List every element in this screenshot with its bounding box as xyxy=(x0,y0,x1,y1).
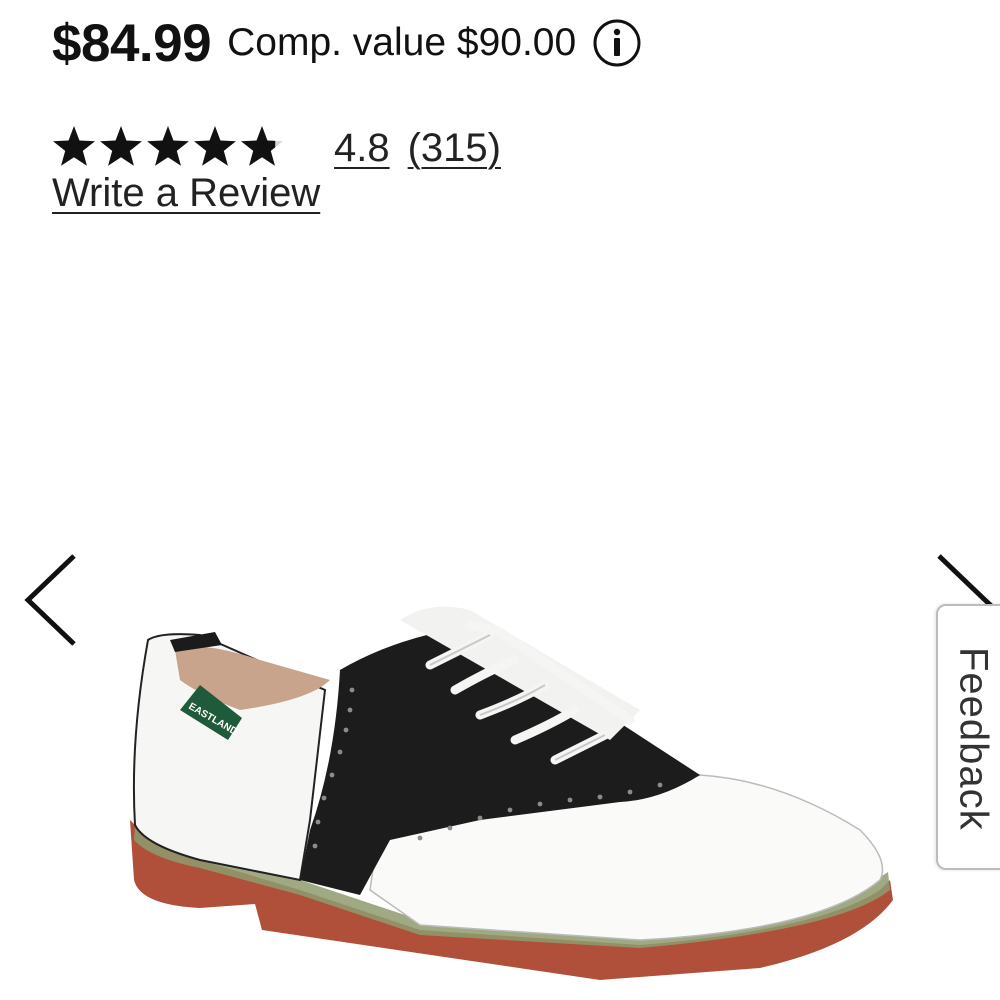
star-icon xyxy=(100,126,142,166)
comparison-value: Comp. value $90.00 xyxy=(227,21,577,64)
star-rating[interactable] xyxy=(52,123,288,173)
star-icon xyxy=(147,126,189,166)
price-row: $84.99 Comp. value $90.00 xyxy=(52,8,642,78)
chevron-left-icon xyxy=(16,554,86,654)
info-icon[interactable] xyxy=(592,18,642,68)
rating-value-link[interactable]: 4.8 xyxy=(334,126,390,171)
previous-image-button[interactable] xyxy=(16,550,86,650)
rating-row: 4.8 (315) xyxy=(52,118,501,178)
star-icon xyxy=(53,126,95,166)
product-price: $84.99 xyxy=(52,13,212,73)
product-image: EASTLAND xyxy=(130,606,893,980)
feedback-tab[interactable]: Feedback xyxy=(936,604,1000,870)
review-count-link[interactable]: (315) xyxy=(408,126,501,171)
write-review-link[interactable]: Write a Review xyxy=(52,171,320,216)
feedback-label: Feedback xyxy=(951,647,996,831)
star-icon xyxy=(194,126,236,166)
product-image-carousel: EASTLAND xyxy=(0,240,1000,1000)
